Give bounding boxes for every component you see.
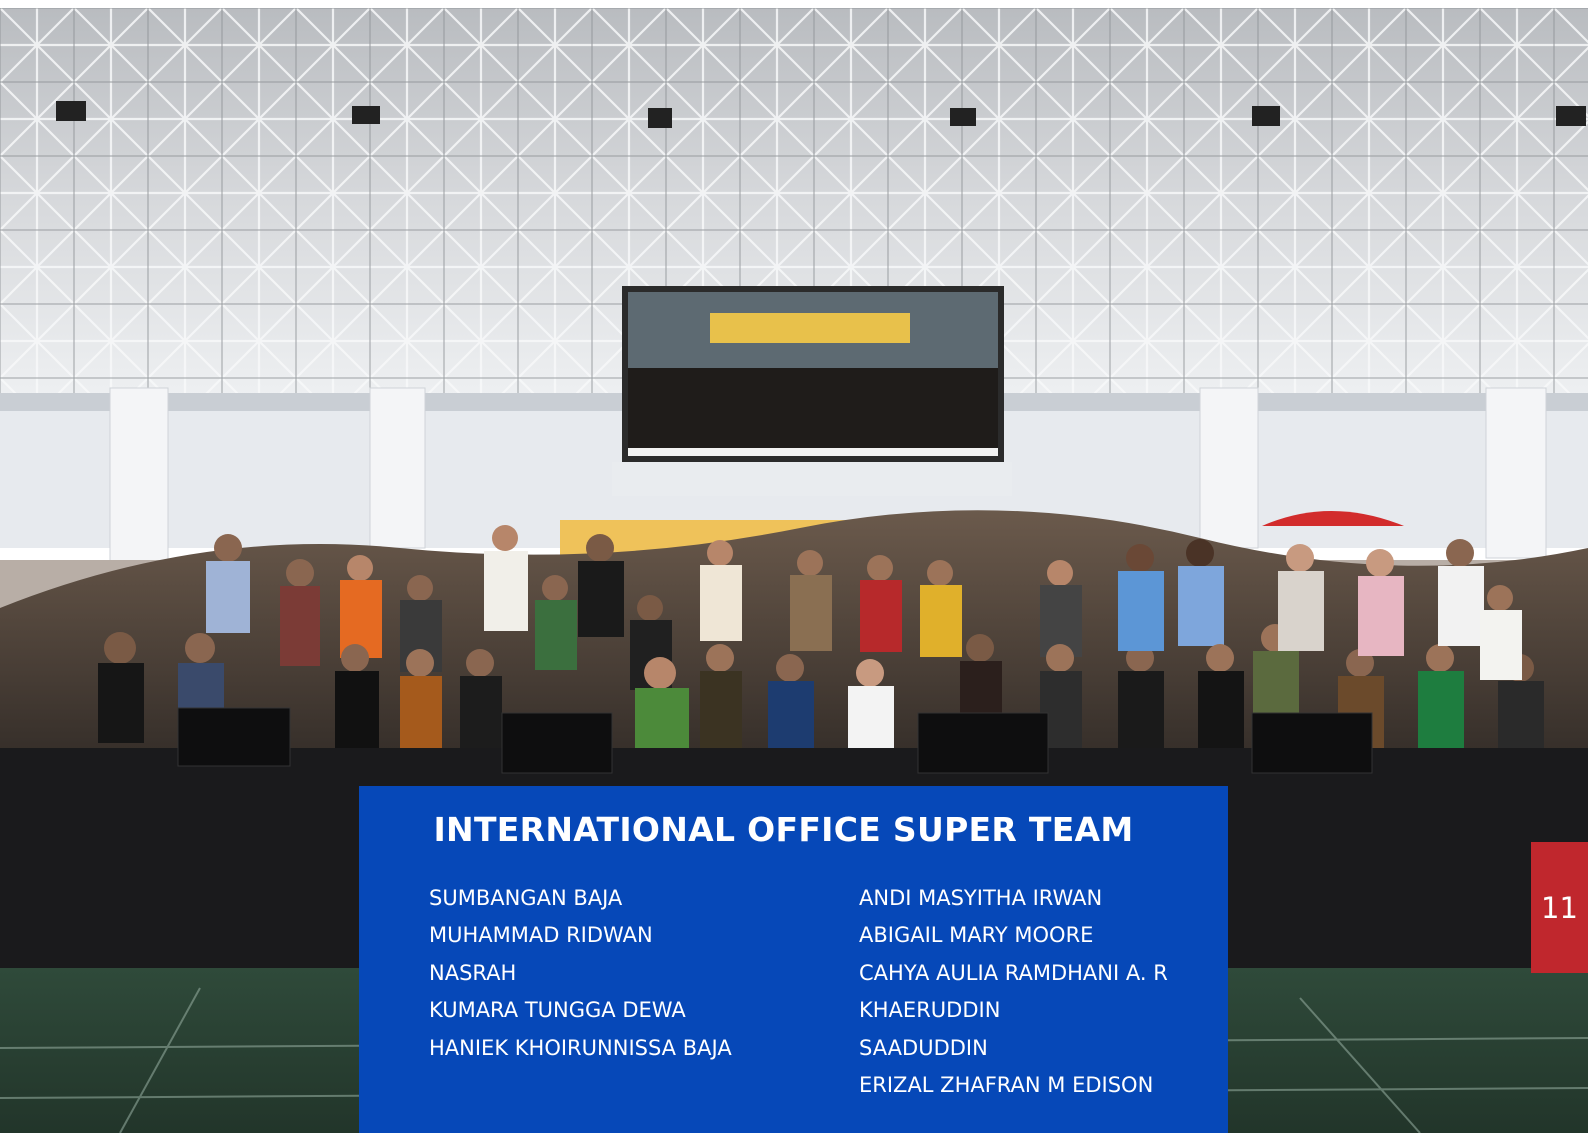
page-number: 11	[1531, 842, 1588, 973]
team-panel: INTERNATIONAL OFFICE SUPER TEAM SUMBANGA…	[359, 786, 1228, 1133]
team-title: INTERNATIONAL OFFICE SUPER TEAM	[433, 810, 1134, 849]
brochure-page: INTERNATIONAL OFFICE SUPER TEAM SUMBANGA…	[0, 0, 1588, 1133]
team-member-name: ANDI MASYITHA IRWAN	[859, 886, 1103, 910]
team-member-name: KUMARA TUNGGA DEWA	[429, 998, 686, 1023]
team-member-name: ABIGAIL MARY MOORE	[859, 923, 1094, 948]
team-member-name: CAHYA AULIA RAMDHANI A. R	[859, 960, 1168, 985]
team-member-name: SAADUDDIN	[859, 1035, 988, 1060]
names-right-column: ANDI MASYITHA IRWAN ABIGAIL MARY MOORE C…	[859, 880, 1168, 1104]
names-left-column: SUMBANGAN BAJA MUHAMMAD RIDWAN NASRAH KU…	[429, 880, 732, 1067]
team-member-name: MUHAMMAD RIDWAN	[429, 923, 653, 948]
team-member-name: SUMBANGAN BAJA	[429, 886, 623, 910]
team-member-name: HANIEK KHOIRUNNISSA BAJA	[429, 1035, 732, 1060]
team-member-name: NASRAH	[429, 960, 517, 985]
team-member-name: KHAERUDDIN	[859, 998, 1001, 1023]
team-member-name: ERIZAL ZHAFRAN M EDISON	[859, 1073, 1154, 1098]
